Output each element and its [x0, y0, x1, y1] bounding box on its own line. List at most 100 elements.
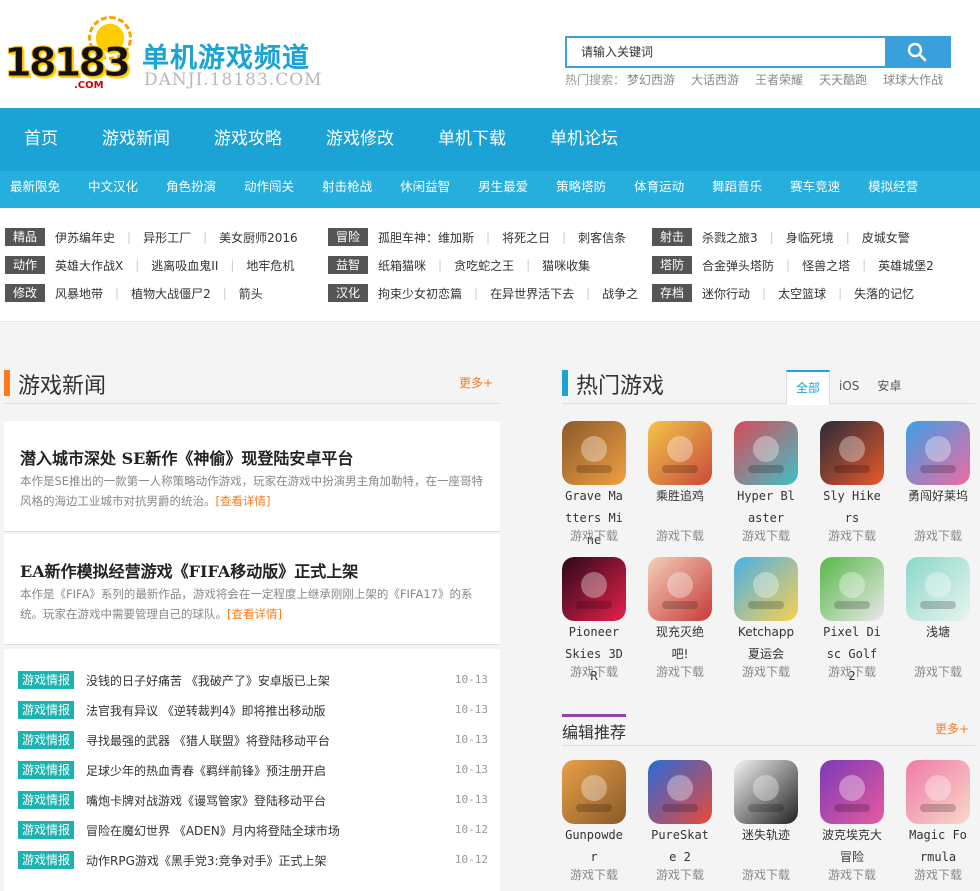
lost-track-icon[interactable] — [734, 760, 798, 824]
game-download-link[interactable]: 游戏下载 — [906, 866, 970, 883]
game-name[interactable]: 乘胜追鸡 — [648, 485, 712, 507]
hot-keyword[interactable]: 大话西游 — [691, 73, 739, 87]
subnav-item[interactable]: 射击枪战 — [322, 171, 372, 208]
news-tag[interactable]: 游戏情报 — [18, 731, 74, 749]
subnav-item[interactable]: 男生最爱 — [478, 171, 528, 208]
news-link[interactable]: 冒险在魔幻世界 《ADEN》月内将登陆全球市场 — [86, 822, 340, 839]
game-link[interactable]: 太空篮球 — [778, 285, 826, 302]
tab-all[interactable]: 全部 — [786, 370, 831, 405]
game-download-link[interactable]: 游戏下载 — [820, 663, 884, 680]
hot-keyword[interactable]: 王者荣耀 — [755, 73, 803, 87]
subnav-item[interactable]: 休闲益智 — [400, 171, 450, 208]
game-download-link[interactable]: 游戏下载 — [562, 527, 626, 544]
news-link[interactable]: 动作RPG游戏《黑手党3:竞争对手》正式上架 — [86, 852, 327, 869]
game-link[interactable]: 逃离吸血鬼II — [151, 257, 218, 274]
game-download-link[interactable]: 游戏下载 — [820, 866, 884, 883]
category-label[interactable]: 精品 — [5, 228, 45, 246]
tab-ios[interactable]: iOS — [830, 370, 868, 405]
game-link[interactable]: 身临死境 — [786, 229, 834, 246]
nav-game-news[interactable]: 游戏新闻 — [90, 108, 182, 171]
game-link[interactable]: 异形工厂 — [143, 229, 191, 246]
game-download-link[interactable]: 游戏下载 — [734, 527, 798, 544]
game-link[interactable]: 将死之日 — [502, 229, 550, 246]
news-link[interactable]: 嘴炮卡牌对战游戏《谩骂管家》登陆移动平台 — [86, 792, 326, 809]
riajuu-icon[interactable] — [648, 557, 712, 621]
game-link[interactable]: 杀戮之旅3 — [702, 229, 758, 246]
subnav-item[interactable]: 动作闯关 — [244, 171, 294, 208]
game-link[interactable]: 失落的记忆 — [854, 285, 914, 302]
category-label[interactable]: 塔防 — [652, 256, 692, 274]
game-link[interactable]: 地牢危机 — [246, 257, 294, 274]
hot-keyword[interactable]: 球球大作战 — [883, 73, 943, 87]
game-link[interactable]: 迷你行动 — [702, 285, 750, 302]
game-link[interactable]: 伊苏编年史 — [55, 229, 115, 246]
game-link[interactable]: 风暴地带 — [55, 285, 103, 302]
sly-hikers-icon[interactable] — [820, 421, 884, 485]
news-tag[interactable]: 游戏情报 — [18, 701, 74, 719]
game-link[interactable]: 植物大战僵尸2 — [131, 285, 211, 302]
game-link[interactable]: 战争之 — [602, 285, 638, 302]
game-link[interactable]: 英雄大作战X — [55, 257, 123, 274]
game-link[interactable]: 贪吃蛇之王 — [454, 257, 514, 274]
adventure-icon[interactable] — [820, 760, 884, 824]
game-download-link[interactable]: 游戏下载 — [734, 663, 798, 680]
game-name[interactable]: PureSkate 2 — [648, 824, 712, 868]
nav-game-mods[interactable]: 游戏修改 — [314, 108, 406, 171]
news-tag[interactable]: 游戏情报 — [18, 851, 74, 869]
news-tag[interactable]: 游戏情报 — [18, 791, 74, 809]
game-link[interactable]: 怪兽之塔 — [802, 257, 850, 274]
subnav-item[interactable]: 最新限免 — [10, 171, 60, 208]
category-label[interactable]: 汉化 — [328, 284, 368, 302]
news-link[interactable]: 寻找最强的武器 《猎人联盟》将登陆移动平台 — [86, 732, 330, 749]
hot-keyword[interactable]: 梦幻西游 — [627, 73, 675, 87]
category-label[interactable]: 冒险 — [328, 228, 368, 246]
game-name[interactable]: Gunpowder — [562, 824, 626, 868]
nav-game-guides[interactable]: 游戏攻略 — [202, 108, 294, 171]
game-link[interactable]: 刺客信条 — [578, 229, 626, 246]
game-name[interactable]: Magic Formula — [906, 824, 970, 868]
nav-downloads[interactable]: 单机下载 — [426, 108, 518, 171]
nav-home[interactable]: 首页 — [12, 108, 70, 171]
game-name[interactable]: 迷失轨迹 — [734, 824, 798, 846]
hot-keyword[interactable]: 天天酷跑 — [819, 73, 867, 87]
hollywood-icon[interactable] — [906, 421, 970, 485]
game-link[interactable]: 拘束少女初恋篇 — [378, 285, 462, 302]
feature-detail-link[interactable]: [查看详情] — [216, 494, 271, 508]
category-label[interactable]: 修改 — [5, 284, 45, 302]
search-input[interactable] — [567, 38, 885, 66]
pureskate-icon[interactable] — [648, 760, 712, 824]
magic-formula-icon[interactable] — [906, 760, 970, 824]
chicken-icon[interactable] — [648, 421, 712, 485]
game-download-link[interactable]: 游戏下载 — [734, 866, 798, 883]
game-download-link[interactable]: 游戏下载 — [648, 866, 712, 883]
subnav-item[interactable]: 策略塔防 — [556, 171, 606, 208]
grave-matters-icon[interactable] — [562, 421, 626, 485]
subnav-item[interactable]: 中文汉化 — [88, 171, 138, 208]
game-download-link[interactable]: 游戏下载 — [906, 663, 970, 680]
news-link[interactable]: 法官我有异议 《逆转裁判4》即将推出移动版 — [86, 702, 325, 719]
summer-games-icon[interactable] — [734, 557, 798, 621]
qiantang-icon[interactable] — [906, 557, 970, 621]
game-link[interactable]: 纸箱猫咪 — [378, 257, 426, 274]
editor-picks-more-link[interactable]: 更多+ — [935, 720, 969, 737]
hyper-blaster-icon[interactable] — [734, 421, 798, 485]
nav-forum[interactable]: 单机论坛 — [538, 108, 630, 171]
feature-detail-link[interactable]: [查看详情] — [227, 607, 282, 621]
news-link[interactable]: 没钱的日子好痛苦 《我破产了》安卓版已上架 — [86, 672, 330, 689]
news-tag[interactable]: 游戏情报 — [18, 671, 74, 689]
game-link[interactable]: 合金弹头塔防 — [702, 257, 774, 274]
feature-title[interactable]: 潜入城市深处 SE新作《神偷》现登陆安卓平台 — [20, 445, 353, 469]
game-link[interactable]: 在异世界活下去 — [490, 285, 574, 302]
game-link[interactable]: 孤胆车神：维加斯 — [378, 229, 474, 246]
game-name[interactable]: Ketchapp夏运会 — [734, 621, 798, 665]
game-link[interactable]: 英雄城堡2 — [878, 257, 934, 274]
game-name[interactable]: 现充灭绝吧! — [648, 621, 712, 665]
game-name[interactable]: Hyper Blaster — [734, 485, 798, 529]
game-link[interactable]: 箭头 — [239, 285, 263, 302]
game-download-link[interactable]: 游戏下载 — [648, 663, 712, 680]
game-download-link[interactable]: 游戏下载 — [562, 866, 626, 883]
feature-title[interactable]: EA新作模拟经营游戏《FIFA移动版》正式上架 — [20, 558, 358, 582]
game-name[interactable]: 勇闯好莱坞 — [906, 485, 970, 507]
subnav-item[interactable]: 体育运动 — [634, 171, 684, 208]
tab-android[interactable]: 安卓 — [868, 370, 910, 405]
